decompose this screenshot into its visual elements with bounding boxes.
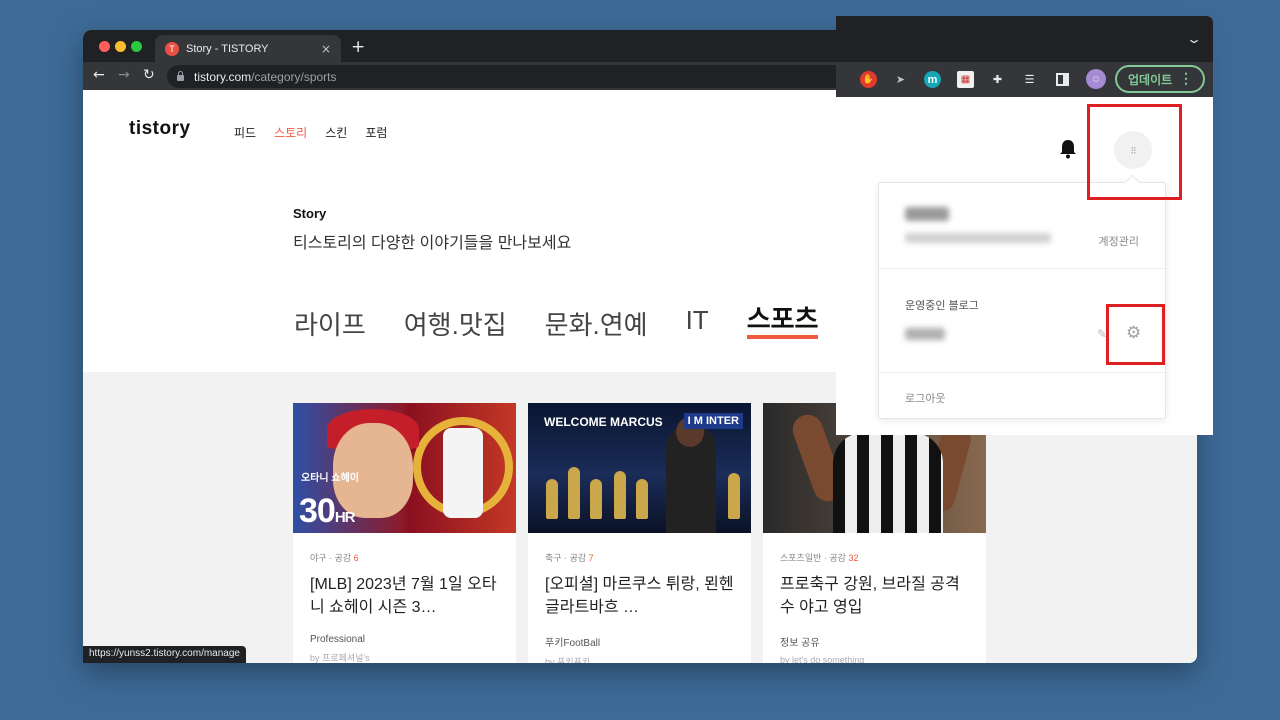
tab-travel[interactable]: 여행.맛집: [404, 305, 507, 342]
card-author: by let's do something: [780, 655, 865, 663]
back-arrow-icon[interactable]: ←: [93, 67, 105, 83]
tab-sports[interactable]: 스포츠: [746, 305, 819, 339]
story-card[interactable]: 스포츠일반 · 공감 32 프로축구 강원, 브라질 공격수 야고 영입 정보 …: [763, 403, 986, 663]
thumbnail-badge: I M INTER: [683, 413, 743, 429]
running-blogs-label: 운영중인 블로그: [905, 300, 979, 312]
browser-tab[interactable]: T Story - TISTORY ×: [155, 35, 341, 62]
top-nav: 피드 스토리 스킨 포럼: [234, 124, 387, 141]
tab-it[interactable]: IT: [686, 305, 709, 342]
thumbnail-caption: WELCOME MARCUS: [544, 415, 663, 429]
nav-item-story[interactable]: 스토리: [274, 124, 307, 141]
tistory-favicon-icon: T: [165, 41, 179, 56]
story-card[interactable]: WELCOME MARCUS I M INTER 축구 · 공감 7 [오피셜]…: [528, 403, 751, 663]
card-thumbnail[interactable]: 오타니 쇼헤이 30HR: [293, 403, 516, 533]
puzzle-extensions-icon[interactable]: ✚: [989, 71, 1006, 88]
card-likes: 32: [848, 553, 859, 563]
card-likes: 7: [588, 553, 594, 563]
tistory-logo[interactable]: tistory: [129, 118, 191, 140]
tab-close-icon[interactable]: ×: [321, 42, 331, 56]
page-subtitle: 티스토리의 다양한 이야기들을 만나보세요: [293, 235, 572, 252]
thumbnail-caption: 오타니 쇼헤이: [301, 473, 359, 484]
card-title[interactable]: [오피셜] 마르쿠스 튀랑, 묀헨글라트바흐 …: [545, 573, 734, 619]
lock-icon: [177, 71, 184, 81]
card-title[interactable]: 프로축구 강원, 브라질 공격수 야고 영입: [780, 573, 969, 619]
card-meta: 스포츠일반 · 공감 32: [780, 553, 859, 563]
card-author: by 푸키푸키: [545, 657, 591, 663]
nav-item-feed[interactable]: 피드: [234, 124, 256, 141]
card-category: 스포츠일반: [780, 553, 822, 563]
card-meta: 축구 · 공감 7: [545, 553, 594, 563]
page-title: Story: [293, 206, 327, 221]
reading-list-icon[interactable]: ☰: [1021, 71, 1038, 88]
extensions-toolbar: ✋ ➤ m ▦ ✚ ☰ ☺ 업데이트 ⋮: [836, 62, 1213, 97]
nav-item-skin[interactable]: 스킨: [325, 124, 347, 141]
tab-search-chevron-icon[interactable]: ⌄: [1186, 32, 1202, 46]
account-name-blurred: [905, 207, 949, 221]
card-category: 축구: [545, 553, 562, 563]
address-bar[interactable]: tistory.com /category/sports: [167, 65, 845, 88]
card-thumbnail[interactable]: WELCOME MARCUS I M INTER: [528, 403, 751, 533]
stop-hand-extension-icon[interactable]: ✋: [860, 71, 877, 88]
minimize-window-button[interactable]: [115, 41, 126, 52]
thumbnail-hr-text: 30HR: [299, 492, 355, 530]
overlay-title-bar: ⌄: [836, 16, 1213, 62]
card-blog[interactable]: 정보 공유: [780, 634, 969, 649]
status-bar-url: https://yunss2.tistory.com/manage: [83, 646, 246, 663]
card-likes: 6: [353, 553, 359, 563]
more-menu-icon[interactable]: ⋮: [1179, 71, 1193, 85]
profile-dropdown: 계정관리 운영중인 블로그 ✎ ⚙ 로그아웃: [878, 182, 1166, 419]
bell-icon[interactable]: [1059, 139, 1077, 159]
account-email-blurred: [905, 233, 1051, 243]
tab-culture[interactable]: 문화.연예: [545, 305, 648, 342]
table-extension-icon[interactable]: ▦: [957, 71, 974, 88]
category-tabs: 라이프 여행.맛집 문화.연예 IT 스포츠: [294, 305, 856, 342]
card-category: 야구: [310, 553, 327, 563]
maximize-window-button[interactable]: [131, 41, 142, 52]
card-title[interactable]: [MLB] 2023년 7월 1일 오타니 쇼헤이 시즌 3…: [310, 573, 499, 619]
account-manage-link[interactable]: 계정관리: [1099, 233, 1139, 249]
card-author: by 프로페셔널's: [310, 653, 370, 663]
card-blog[interactable]: 푸키FootBall: [545, 634, 734, 649]
new-tab-button[interactable]: +: [351, 38, 365, 56]
reload-icon[interactable]: ↻: [143, 67, 155, 83]
url-host: tistory.com: [194, 69, 252, 84]
zoomed-overlay: ⌄ ✋ ➤ m ▦ ✚ ☰ ☺ 업데이트 ⋮ ⁝⁝ 계정관리 운영중인 블로그 …: [836, 16, 1213, 435]
side-panel-icon[interactable]: [1054, 71, 1071, 88]
cursor-extension-icon[interactable]: ➤: [892, 71, 909, 88]
forward-arrow-icon[interactable]: →: [118, 67, 130, 83]
nav-item-forum[interactable]: 포럼: [365, 124, 387, 141]
update-button[interactable]: 업데이트 ⋮: [1115, 65, 1205, 93]
highlight-box-profile: [1087, 104, 1182, 200]
logout-button[interactable]: 로그아웃: [905, 390, 945, 406]
blog-name-blurred[interactable]: [905, 328, 945, 340]
url-path: /category/sports: [251, 69, 337, 84]
tab-title: Story - TISTORY: [186, 42, 269, 55]
highlight-box-settings: [1106, 304, 1165, 365]
profile-avatar-icon[interactable]: ☺: [1086, 69, 1106, 89]
tab-life[interactable]: 라이프: [294, 305, 366, 342]
m-extension-icon[interactable]: m: [924, 71, 941, 88]
close-window-button[interactable]: [99, 41, 110, 52]
card-blog[interactable]: Professional: [310, 634, 499, 645]
story-card[interactable]: 오타니 쇼헤이 30HR 야구 · 공감 6 [MLB] 2023년 7월 1일…: [293, 403, 516, 663]
card-meta: 야구 · 공감 6: [310, 553, 359, 563]
